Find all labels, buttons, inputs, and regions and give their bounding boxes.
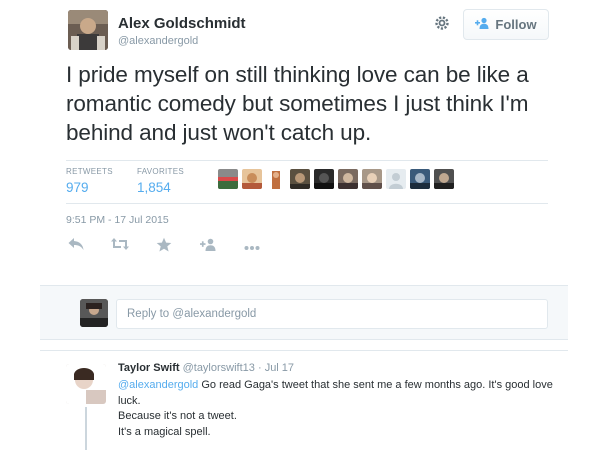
reply-icon[interactable] [66,237,86,257]
reply-text: @alexandergold Go read Gaga's tweet that… [118,378,558,440]
reply-line-1: @alexandergold Go read Gaga's tweet that… [118,378,558,409]
reply-input[interactable]: Reply to @alexandergold [116,299,548,329]
reply-tweet[interactable]: Taylor Swift @taylorswift13 · Jul 17 @al… [40,350,568,450]
follow-button[interactable]: Follow [463,9,549,40]
reply-mention-link[interactable]: @alexandergold [118,379,198,391]
retweets-stat[interactable]: RETWEETS 979 [66,167,113,195]
favoriter-avatar[interactable] [338,169,358,189]
tweet-text: I pride myself on still thinking love ca… [66,62,529,145]
author-name[interactable]: Alex Goldschmidt [118,15,246,32]
favoriter-avatar[interactable] [218,169,238,189]
tweet-timestamp[interactable]: 9:51 PM - 17 Jul 2015 [66,214,169,226]
retweets-label: RETWEETS [66,167,113,176]
author-avatar[interactable] [68,10,108,50]
reply-author-name[interactable]: Taylor Swift [118,362,180,374]
follow-label: Follow [495,17,537,32]
more-icon[interactable] [242,237,262,257]
favoriter-avatar[interactable] [386,169,406,189]
favoriters-avatars [218,169,454,189]
favoriter-avatar[interactable] [410,169,430,189]
favoriter-avatar[interactable] [290,169,310,189]
reply-header: Taylor Swift @taylorswift13 · Jul 17 [118,362,294,374]
reply-line-3: It's a magical spell. [118,425,211,438]
favoriter-avatar[interactable] [242,169,262,189]
reply-composer: Reply to @alexandergold [40,285,568,340]
viewer-avatar [80,299,108,327]
favorites-stat[interactable]: FAVORITES 1,854 [137,167,184,195]
star-icon[interactable] [154,237,174,257]
reply-author-handle[interactable]: @taylorswift13 [183,362,255,374]
divider [66,160,548,161]
add-user-icon [475,17,489,32]
reply-date[interactable]: Jul 17 [265,362,294,374]
favorites-count[interactable]: 1,854 [137,180,184,195]
add-user-icon[interactable] [198,237,218,257]
gear-icon[interactable] [432,14,452,34]
reply-line-2: Because it's not a tweet. [118,410,237,422]
retweet-icon[interactable] [110,237,130,257]
favorites-label: FAVORITES [137,167,185,176]
tweet-actions [66,237,262,257]
reply-separator: · [254,362,265,374]
author-handle[interactable]: @alexandergold [118,35,198,47]
favoriter-avatar[interactable] [434,169,454,189]
favoriter-avatar[interactable] [314,169,334,189]
divider [66,203,548,204]
favoriter-avatar[interactable] [266,169,286,189]
thread-line [85,407,87,450]
reply-author-avatar[interactable] [66,364,106,404]
favoriter-avatar[interactable] [362,169,382,189]
tweet-card: Alex Goldschmidt @alexandergold Follow I [40,0,568,450]
page: Alex Goldschmidt @alexandergold Follow I [0,0,600,450]
retweets-count[interactable]: 979 [66,180,113,195]
reply-placeholder-mention: @alexandergold [172,308,257,320]
reply-placeholder-prefix: Reply to [127,308,173,320]
